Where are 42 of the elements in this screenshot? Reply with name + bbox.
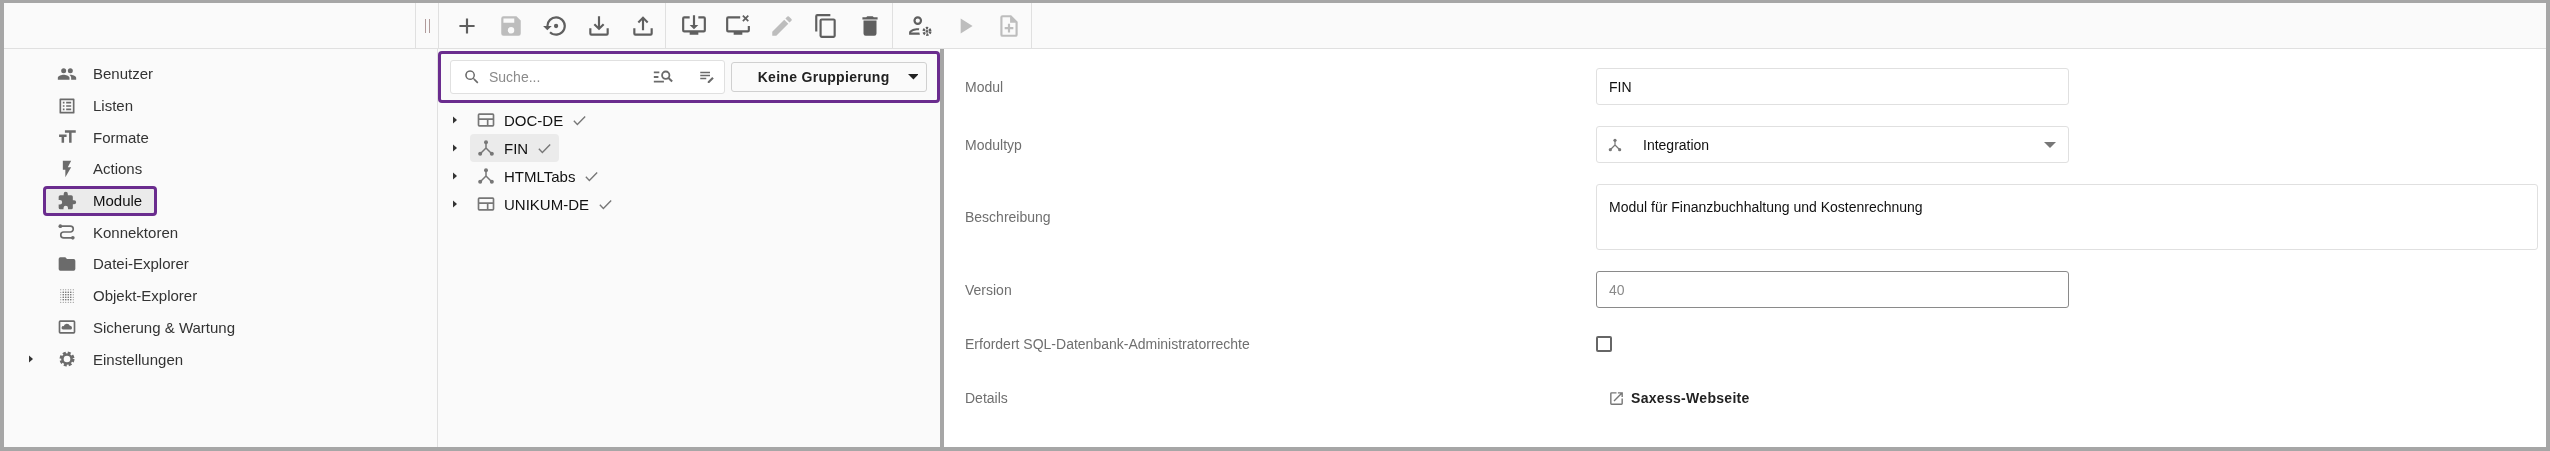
window-layout-icon	[476, 194, 496, 214]
dropdown-caret-icon	[2044, 141, 2056, 148]
sidebar-item[interactable]: Module	[43, 185, 158, 216]
tree-node[interactable]: FIN	[470, 134, 560, 162]
sidebar-item[interactable]: Einstellungen	[43, 344, 199, 375]
search-icon	[463, 68, 481, 86]
tree-node[interactable]: UNIKUM-DE	[470, 190, 620, 218]
copy-icon	[813, 12, 839, 39]
branch-node-icon	[1607, 136, 1623, 153]
text-field[interactable]: 40	[1596, 271, 2069, 308]
grouping-dropdown[interactable]: Keine Gruppierung	[731, 62, 927, 92]
field-label: Beschreibung	[965, 209, 1052, 225]
text-field[interactable]: FIN	[1596, 68, 2069, 105]
checkbox[interactable]	[1596, 336, 1612, 352]
type-dropdown[interactable]: Integration	[1596, 126, 2069, 163]
open-external-icon	[1608, 389, 1625, 407]
website-link[interactable]: Saxess-Webseite	[1596, 389, 1750, 407]
field-label: Version	[965, 281, 1013, 298]
branch-node-icon	[476, 166, 496, 186]
sidebar-item[interactable]: Listen	[43, 90, 149, 121]
sidebar-item[interactable]: Actions	[43, 153, 158, 184]
sidebar-item[interactable]: Datei-Explorer	[43, 248, 204, 279]
window-layout-icon	[476, 110, 496, 130]
tree-node[interactable]: HTMLTabs	[470, 162, 607, 190]
sidebar-item[interactable]: Sicherung & Wartung	[43, 312, 251, 343]
branch-node-icon	[476, 138, 496, 158]
field-label: Modul	[965, 78, 1005, 95]
sidebar-item[interactable]: Formate	[43, 122, 164, 153]
search-box[interactable]: Suche...	[450, 60, 725, 94]
puzzle-icon	[57, 190, 77, 211]
dropdown-caret-icon	[907, 74, 919, 80]
field-label: Details	[965, 390, 1009, 406]
sidebar-item[interactable]: Objekt-Explorer	[43, 280, 213, 311]
sidebar-item[interactable]: Benutzer	[43, 58, 169, 89]
field-label: Erfordert SQL-Datenbank-Administratorrechte	[965, 336, 1251, 352]
drag-handle[interactable]	[415, 3, 439, 48]
sidebar-item[interactable]: Konnektoren	[43, 217, 194, 248]
tree-node[interactable]: DOC-DE	[470, 106, 595, 134]
description-field[interactable]: Modul für Finanzbuchhaltung und Kostenrechnung	[1596, 184, 2538, 250]
field-label: Modultyp	[965, 136, 1023, 153]
route-icon	[57, 222, 77, 243]
search-input[interactable]: Suche...	[487, 68, 646, 86]
